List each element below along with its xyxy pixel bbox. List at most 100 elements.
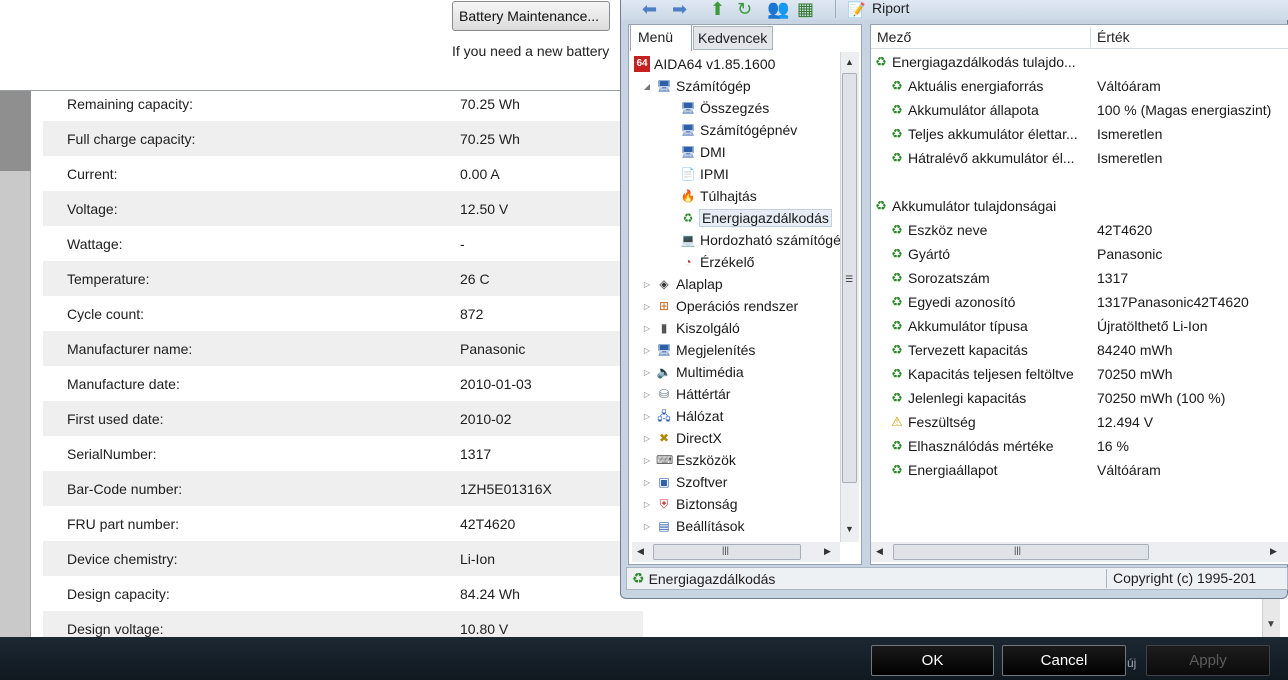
tree-expander-icon[interactable]: ▷ [642, 412, 652, 421]
tree-expander-icon[interactable]: ▷ [642, 368, 652, 377]
battery-info-row: First used date: 2010-02 [43, 401, 643, 436]
aida64-icon: 64 [634, 56, 650, 72]
report-row[interactable]: ♻ Akkumulátor típusa Újratölthető Li-Ion [872, 314, 1288, 338]
report-row[interactable]: ♻ Eszköz neve 42T4620 [872, 218, 1288, 242]
forward-arrow-icon[interactable]: ➡ [672, 0, 687, 18]
report-value: Panasonic [1097, 246, 1163, 262]
refresh-icon[interactable]: ↻ [737, 0, 752, 18]
tree-expander-icon[interactable]: ▷ [642, 280, 652, 289]
scroll-right-arrow-icon[interactable]: ▶ [1270, 546, 1277, 557]
power-management-icon: ♻ [891, 318, 903, 333]
report-group-row[interactable]: ♻ Akkumulátor tulajdonságai [872, 194, 1288, 218]
report-row[interactable]: ♻ Jelenlegi kapacitás 70250 mWh (100 %) [872, 386, 1288, 410]
tree-item[interactable]: ▷ ⌨ Eszközök [642, 449, 736, 471]
tree-expander-icon[interactable]: ▷ [642, 456, 652, 465]
report-row[interactable]: ♻ Teljes akkumulátor élettar... Ismeretlen [872, 122, 1288, 146]
report-row[interactable]: ♻ Elhasználódás mértéke 16 % [872, 434, 1288, 458]
apply-button[interactable]: Apply [1146, 645, 1270, 676]
report-field: Teljes akkumulátor élettar... [908, 126, 1078, 142]
column-header-field[interactable]: Mező [877, 29, 911, 45]
tree-item[interactable]: 🔥 Túlhajtás [666, 185, 757, 207]
status-label: Energiagazdálkodás [648, 570, 776, 587]
tree-item[interactable]: ▷ ⛁ Háttértár [642, 383, 731, 405]
tree-expander-icon[interactable]: ▷ [642, 302, 652, 311]
tree-item[interactable]: ▷ ▮ Kiszolgáló [642, 317, 740, 339]
scroll-down-arrow-icon[interactable]: ▼ [1262, 615, 1280, 635]
tree-item[interactable]: ◢ 🖥 Számítógép [642, 75, 751, 97]
tree-item[interactable]: ▷ 🔈 Multimédia [642, 361, 744, 383]
tab-menu[interactable]: Menü [630, 24, 692, 51]
report-row[interactable]: ♻ Tervezett kapacitás 84240 mWh [872, 338, 1288, 362]
column-header-value[interactable]: Érték [1097, 29, 1130, 45]
tree-item[interactable]: 64 AIDA64 v1.85.1600 [634, 53, 775, 75]
tree-item[interactable]: ▷ 🖧 Hálózat [642, 405, 724, 427]
report-row[interactable]: ♻ Egyedi azonosító 1317Panasonic42T4620 [872, 290, 1288, 314]
tree-expander-icon[interactable]: ▷ [642, 346, 652, 355]
scroll-left-arrow-icon[interactable]: ◀ [876, 546, 883, 557]
tree-expander-icon[interactable]: ▷ [642, 434, 652, 443]
scroll-right-arrow-icon[interactable]: ▶ [824, 546, 831, 557]
report-row[interactable]: ♻ Energiaállapot Váltóáram [872, 458, 1288, 482]
back-arrow-icon[interactable]: ⬅ [642, 0, 657, 18]
tree-item[interactable]: ▷ ✖ DirectX [642, 427, 722, 449]
left-scroll-strip[interactable] [0, 91, 31, 637]
tree-expander-icon[interactable]: ▷ [642, 522, 652, 531]
up-arrow-icon[interactable]: ⬆ [710, 0, 725, 18]
tree-expander-icon[interactable]: ▷ [642, 324, 652, 333]
report-button[interactable]: Riport [872, 0, 909, 16]
power-management-icon: ♻ [891, 294, 903, 309]
battery-info-value: 84.24 Wh [460, 585, 520, 602]
report-row[interactable]: ♻ Kapacitás teljesen feltöltve 70250 mWh [872, 362, 1288, 386]
tree-item[interactable]: ▷ ◈ Alaplap [642, 273, 723, 295]
battery-info-label: Full charge capacity: [67, 130, 196, 147]
tree-item[interactable]: ◔ Érzékelő [666, 251, 754, 273]
summary-icon: 🖥 [680, 101, 696, 115]
tree-item[interactable]: 🖥 DMI [666, 141, 725, 163]
tree-item[interactable]: 📄 IPMI [666, 163, 729, 185]
tree-item[interactable]: 🖥 Összegzés [666, 97, 769, 119]
ipmi-icon: 📄 [680, 167, 696, 181]
report-group-row[interactable]: ♻ Energiagazdálkodás tulajdo... [872, 50, 1288, 74]
report-row[interactable]: ♻ Gyártó Panasonic [872, 242, 1288, 266]
tree-item[interactable]: ♻ Energiagazdálkodás [666, 207, 832, 229]
tree-item-label: Kiszolgáló [676, 320, 740, 336]
cancel-button[interactable]: Cancel [1002, 645, 1126, 676]
report-row[interactable]: ♻ Sorozatszám 1317 [872, 266, 1288, 290]
scroll-up-arrow-icon[interactable]: ▲ [845, 57, 854, 67]
tree-item-label: Háttértár [676, 386, 731, 402]
ok-button[interactable]: OK [871, 645, 994, 676]
battery-maintenance-button[interactable]: Battery Maintenance... [452, 1, 610, 31]
scroll-left-arrow-icon[interactable]: ◀ [637, 546, 644, 557]
battery-info-label: Temperature: [67, 270, 150, 287]
report-icon[interactable]: 📝 [847, 1, 866, 19]
tree-item[interactable]: ▷ ⊞ Operációs rendszer [642, 295, 798, 317]
tree-item[interactable]: ▷ ▣ Szoftver [642, 471, 727, 493]
left-scroll-thumb[interactable] [0, 91, 31, 171]
report-value: Váltóáram [1097, 78, 1161, 94]
tree-item[interactable]: ▷ ▤ Beállítások [642, 515, 745, 537]
status-text: ♻ Energiagazdálkodás [632, 570, 775, 587]
tree-item[interactable]: ▷ 🖥 Megjelenítés [642, 339, 755, 361]
tree-expander-icon[interactable]: ▷ [642, 478, 652, 487]
report-row[interactable]: ♻ Hátralévő akkumulátor él... Ismeretlen [872, 146, 1288, 170]
tree-expander-icon[interactable]: ◢ [642, 82, 652, 91]
battery-info-value: 70.25 Wh [460, 95, 520, 112]
scroll-down-arrow-icon[interactable]: ▼ [845, 524, 854, 534]
chart-icon[interactable]: ▦ [797, 0, 814, 18]
tree-item-label: Szoftver [676, 474, 728, 490]
report-value: 42T4620 [1097, 222, 1153, 238]
report-value: 70250 mWh (100 %) [1097, 390, 1226, 406]
tree-expander-icon[interactable]: ▷ [642, 500, 652, 509]
user-icon[interactable]: 👥 [767, 0, 789, 18]
tree-item[interactable]: 💻 Hordozható számítógép [666, 229, 840, 251]
report-row[interactable]: ⚠ Feszültség 12.494 V [872, 410, 1288, 434]
column-divider[interactable] [1090, 27, 1091, 47]
tab-favorites[interactable]: Kedvencek [693, 26, 773, 50]
tree-item[interactable]: 🖥 Számítógépnév [666, 119, 797, 141]
tree-item-label: Számítógép [676, 78, 751, 94]
report-row[interactable]: ♻ Aktuális energiaforrás Váltóáram [872, 74, 1288, 98]
report-row[interactable]: ♻ Akkumulátor állapota 100 % (Magas energi… [872, 98, 1288, 122]
tree-expander-icon[interactable]: ▷ [642, 390, 652, 399]
report-field: Egyedi azonosító [908, 294, 1016, 310]
tree-item[interactable]: ▷ ⛨ Biztonság [642, 493, 738, 515]
